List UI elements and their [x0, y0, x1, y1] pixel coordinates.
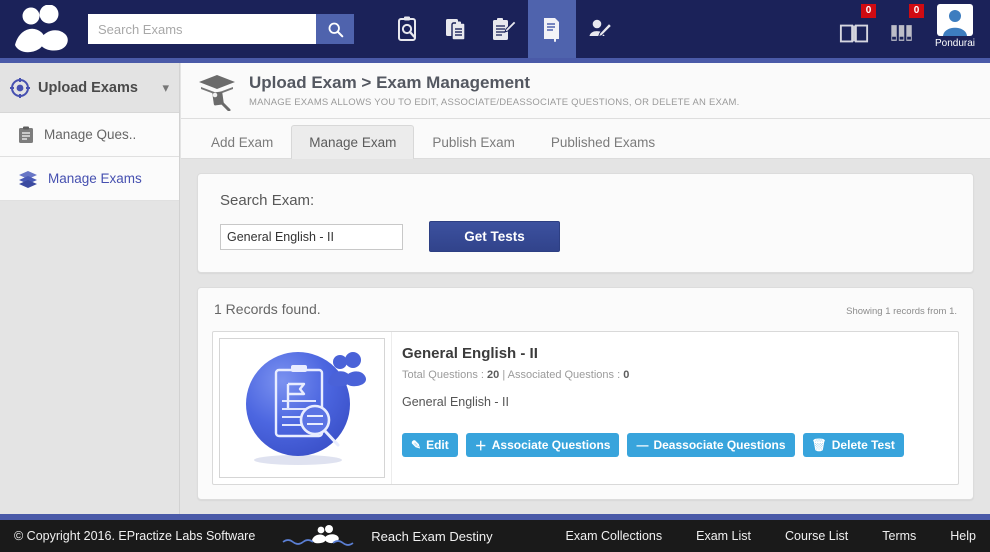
document-upload-icon: [540, 16, 564, 42]
deassociate-questions-label: Deassociate Questions: [653, 438, 785, 452]
delete-test-button[interactable]: 🗑 Delete Test: [803, 433, 904, 457]
page-header: Upload Exam > Exam Management MANAGE EXA…: [181, 63, 990, 119]
graduation-exam-icon: [195, 71, 239, 111]
deassociate-questions-button[interactable]: — Deassociate Questions: [627, 433, 794, 457]
sidebar-item-manage-exams[interactable]: Manage Exams: [0, 157, 179, 201]
top-nav-icon-group: [384, 0, 624, 58]
library-badge: 0: [909, 4, 924, 18]
content-area: Search Exam: Get Tests 1 Records found. …: [181, 159, 990, 500]
top-navigation-bar: 0 0: [0, 0, 990, 58]
exam-thumbnail[interactable]: [219, 338, 385, 478]
copyright-text: © Copyright 2016. EPractize Labs Softwar…: [14, 529, 255, 543]
footer-link-terms[interactable]: Terms: [882, 529, 916, 543]
target-icon: [10, 78, 30, 98]
showing-records-label: Showing 1 records from 1.: [846, 306, 957, 317]
footer-brand: Reach Exam Destiny: [281, 525, 492, 547]
associated-questions-value: 0: [623, 369, 629, 381]
nav-clipboard-edit-button[interactable]: [480, 0, 528, 58]
sidebar: Upload Exams ▾ Manage Ques.. Manage: [0, 63, 180, 515]
clipboard-edit-icon: [491, 16, 517, 42]
sidebar-header-upload-exams[interactable]: Upload Exams ▾: [0, 63, 179, 113]
sidebar-header-label: Upload Exams: [38, 80, 162, 96]
exam-name-input[interactable]: [220, 224, 403, 250]
sidebar-item-manage-questions[interactable]: Manage Ques..: [0, 113, 179, 157]
library-shelf-icon: [887, 20, 917, 46]
footer-link-help[interactable]: Help: [950, 529, 976, 543]
clipboard-icon: [18, 126, 34, 144]
nav-document-upload-button[interactable]: [528, 0, 576, 58]
book-badge: 0: [861, 4, 876, 18]
layers-icon: [18, 170, 38, 188]
edit-button-label: Edit: [426, 438, 449, 452]
tab-add-exam[interactable]: Add Exam: [193, 125, 291, 159]
exam-action-buttons: ✎ Edit ＋ Associate Questions — Deassocia…: [402, 433, 944, 457]
associate-questions-label: Associate Questions: [492, 438, 611, 452]
book-icon: [839, 20, 869, 46]
user-avatar-icon: [938, 6, 972, 36]
search-bar: [88, 14, 354, 44]
profile-name: Pondurai: [935, 38, 975, 49]
exam-clipboard-search-icon: [236, 346, 368, 470]
footer-link-exam-collections[interactable]: Exam Collections: [566, 529, 663, 543]
nav-user-edit-button[interactable]: [576, 0, 624, 58]
page-subtitle: MANAGE EXAMS ALLOWS YOU TO EDIT, ASSOCIA…: [249, 97, 740, 108]
footer-links: Exam Collections Exam List Course List T…: [532, 529, 976, 543]
exam-description: General English - II: [402, 395, 944, 409]
records-found-label: 1 Records found.: [214, 301, 321, 317]
total-questions-value: 20: [487, 369, 499, 381]
associated-questions-label: Associated Questions :: [508, 369, 621, 381]
chevron-down-icon[interactable]: ▾: [162, 80, 169, 96]
total-questions-label: Total Questions :: [402, 369, 484, 381]
exam-meta: Total Questions : 20 | Associated Questi…: [402, 369, 944, 381]
results-header: 1 Records found. Showing 1 records from …: [198, 288, 973, 317]
app-root: 0 0: [0, 0, 990, 552]
nav-clipboard-search-button[interactable]: [384, 0, 432, 58]
pencil-icon: ✎: [411, 438, 421, 452]
nav-clipboard-list-button[interactable]: [432, 0, 480, 58]
avatar: [937, 4, 973, 36]
search-input[interactable]: [88, 14, 316, 44]
results-panel: 1 Records found. Showing 1 records from …: [197, 287, 974, 500]
meta-separator: |: [502, 369, 505, 381]
footer-wave-logo: [281, 525, 361, 547]
book-button[interactable]: 0: [830, 0, 878, 58]
sidebar-item-label: Manage Ques..: [44, 127, 136, 142]
minus-icon: —: [636, 438, 648, 452]
clipboard-search-icon: [396, 16, 420, 42]
top-right-group: 0 0: [830, 0, 984, 58]
plus-icon: ＋: [475, 437, 487, 454]
clipboard-list-icon: [444, 16, 468, 42]
epractize-labs-logo[interactable]: [0, 0, 80, 58]
get-tests-button[interactable]: Get Tests: [429, 221, 560, 252]
tab-published-exams[interactable]: Published Exams: [533, 125, 673, 159]
footer-link-course-list[interactable]: Course List: [785, 529, 848, 543]
search-exam-panel: Search Exam: Get Tests: [197, 173, 974, 273]
trash-icon: 🗑: [812, 438, 827, 452]
sidebar-item-label: Manage Exams: [48, 171, 142, 186]
main-content: Upload Exam > Exam Management MANAGE EXA…: [181, 63, 990, 515]
edit-button[interactable]: ✎ Edit: [402, 433, 458, 457]
library-button[interactable]: 0: [878, 0, 926, 58]
associate-questions-button[interactable]: ＋ Associate Questions: [466, 433, 620, 457]
exam-card: General English - II Total Questions : 2…: [212, 331, 959, 485]
footer: © Copyright 2016. EPractize Labs Softwar…: [0, 520, 990, 552]
tab-manage-exam[interactable]: Manage Exam: [291, 125, 414, 159]
search-icon: [327, 21, 344, 38]
footer-tagline: Reach Exam Destiny: [371, 529, 492, 544]
user-edit-icon: [587, 16, 613, 42]
page-title: Upload Exam > Exam Management: [249, 73, 740, 93]
exam-card-body: General English - II Total Questions : 2…: [391, 332, 958, 484]
tab-publish-exam[interactable]: Publish Exam: [414, 125, 533, 159]
tab-bar: Add Exam Manage Exam Publish Exam Publis…: [181, 119, 990, 159]
search-exam-label: Search Exam:: [220, 192, 951, 209]
exam-title: General English - II: [402, 345, 944, 362]
profile-menu[interactable]: Pondurai: [926, 0, 984, 58]
footer-link-exam-list[interactable]: Exam List: [696, 529, 751, 543]
delete-test-label: Delete Test: [832, 438, 895, 452]
search-submit-button[interactable]: [316, 14, 354, 44]
